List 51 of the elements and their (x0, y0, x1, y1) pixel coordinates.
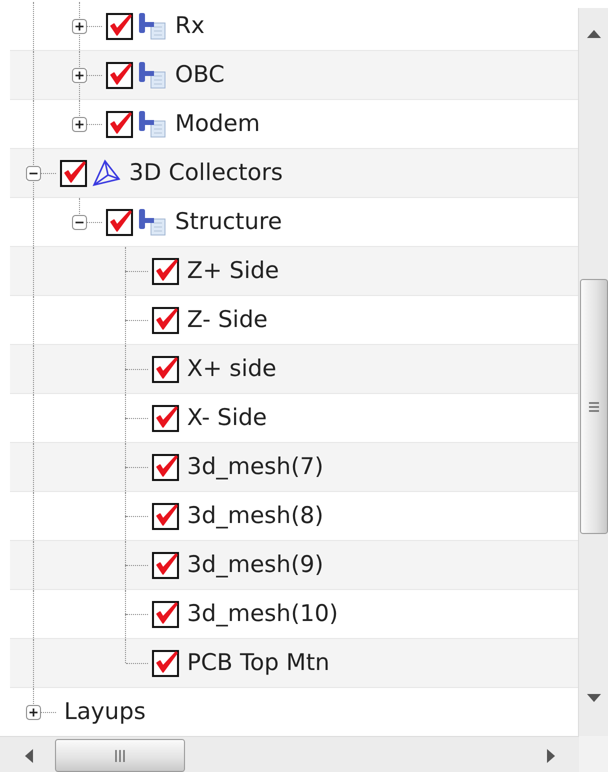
tree-item-label[interactable]: X- Side (183, 405, 267, 431)
tree-item-label[interactable]: OBC (171, 62, 225, 88)
tree-item-label[interactable]: Z+ Side (183, 258, 280, 284)
checkbox[interactable] (152, 650, 179, 676)
checkbox[interactable] (152, 502, 179, 530)
layers-icon (137, 208, 167, 236)
checkbox[interactable] (152, 306, 179, 334)
scroll-thumb[interactable] (580, 279, 608, 534)
layers-icon (137, 110, 167, 138)
tree-item-label[interactable]: Rx (171, 13, 205, 39)
tree-item-label[interactable]: 3d_mesh(8) (183, 503, 324, 529)
checkbox[interactable] (152, 356, 179, 382)
checkbox[interactable] (106, 62, 133, 88)
scroll-up-icon[interactable] (587, 30, 602, 38)
expand-icon[interactable] (72, 117, 87, 132)
tree-item-label[interactable]: 3D Collectors (125, 160, 283, 186)
tree-item-label[interactable]: 3d_mesh(7) (183, 454, 324, 480)
tree-item-label[interactable]: 3d_mesh(9) (183, 552, 324, 578)
scroll-thumb[interactable] (55, 739, 185, 772)
layers-icon (137, 12, 167, 40)
tree-item-label[interactable]: Z- Side (183, 307, 268, 333)
checkbox[interactable] (152, 404, 179, 432)
checkbox[interactable] (152, 552, 179, 578)
tree-item-label[interactable]: Layups (60, 699, 146, 725)
expand-icon[interactable] (72, 19, 87, 34)
grip-icon (589, 402, 600, 412)
checkbox[interactable] (106, 12, 133, 40)
scroll-right-icon[interactable] (547, 749, 555, 763)
expand-icon[interactable] (72, 68, 87, 83)
checkbox[interactable] (152, 600, 179, 628)
tree-item-label[interactable]: Modem (171, 111, 260, 137)
layers-icon (137, 61, 167, 89)
scrollbar-corner (579, 736, 608, 772)
checkbox[interactable] (106, 110, 133, 138)
checkbox[interactable] (152, 258, 179, 284)
grip-icon (115, 750, 125, 762)
tree-item-label[interactable]: 3d_mesh(10) (183, 601, 338, 627)
checkbox[interactable] (60, 160, 87, 186)
tree-item-label[interactable]: Structure (171, 209, 282, 235)
vertical-scrollbar[interactable] (578, 8, 608, 736)
checkbox[interactable] (152, 454, 179, 480)
tree-item-label[interactable]: PCB Top Mtn (183, 650, 330, 676)
collapse-icon[interactable] (26, 166, 41, 181)
scroll-left-icon[interactable] (25, 749, 33, 763)
collapse-icon[interactable] (72, 215, 87, 230)
checkbox[interactable] (106, 208, 133, 236)
expand-icon[interactable] (26, 705, 41, 720)
horizontal-scrollbar[interactable] (0, 736, 579, 772)
scroll-down-icon[interactable] (587, 694, 602, 702)
wireframe-icon (91, 159, 121, 187)
tree-item-label[interactable]: X+ side (183, 356, 276, 382)
